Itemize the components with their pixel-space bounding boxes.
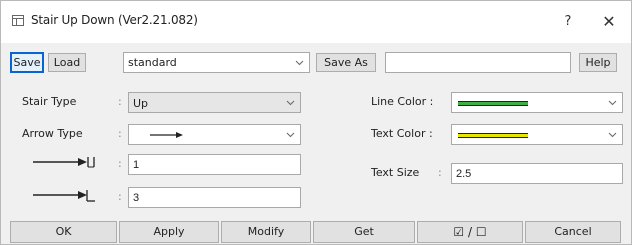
text-size-label: Text Size — [371, 166, 420, 179]
save-as-button[interactable]: Save As — [316, 53, 376, 72]
chevron-down-icon — [286, 132, 295, 138]
colon: : — [118, 157, 122, 170]
get-button[interactable]: Get — [313, 221, 415, 243]
app-icon — [12, 15, 24, 26]
preset-value: standard — [128, 56, 177, 69]
text-color-select[interactable] — [451, 124, 623, 145]
close-icon[interactable]: ✕ — [592, 7, 626, 37]
preset-select[interactable]: standard — [123, 52, 310, 73]
line-color-select[interactable] — [451, 92, 623, 113]
stair-type-select[interactable]: Up — [128, 92, 301, 113]
colon: : — [118, 95, 122, 108]
modify-button[interactable]: Modify — [221, 221, 311, 243]
arrow-length-input[interactable] — [128, 154, 301, 175]
save-button[interactable]: Save — [10, 52, 44, 73]
stair-type-value: Up — [133, 97, 149, 110]
arrow-type-label: Arrow Type — [22, 127, 83, 140]
save-as-name-input[interactable] — [385, 52, 571, 73]
chevron-down-icon — [295, 60, 304, 66]
cancel-button[interactable]: Cancel — [525, 221, 621, 243]
text-size-input[interactable] — [451, 163, 623, 184]
chevron-down-icon — [286, 100, 295, 106]
chevron-down-icon — [608, 132, 617, 138]
colon: : — [118, 127, 122, 140]
arrow-head-icon — [33, 190, 95, 202]
window-title: Stair Up Down (Ver2.21.082) — [31, 13, 198, 27]
apply-button[interactable]: Apply — [119, 221, 219, 243]
line-color-swatch — [458, 101, 528, 106]
arrow-head-input[interactable] — [128, 187, 301, 208]
colon: : — [438, 166, 442, 179]
select-toggle-button[interactable]: ☑ / ☐ — [417, 221, 523, 243]
chevron-down-icon — [608, 100, 617, 106]
arrow-type-select[interactable] — [128, 124, 301, 145]
arrow-length-icon — [33, 157, 95, 168]
stair-up-down-dialog: Stair Up Down (Ver2.21.082) ? ✕ Save Loa… — [0, 0, 632, 245]
text-color-label: Text Color : — [371, 127, 433, 140]
colon: : — [118, 190, 122, 203]
help-button[interactable]: Help — [579, 53, 617, 72]
stair-type-label: Stair Type — [22, 95, 77, 108]
line-color-label: Line Color : — [371, 95, 434, 108]
help-icon[interactable]: ? — [551, 7, 585, 37]
title-bar: Stair Up Down (Ver2.21.082) ? ✕ — [1, 1, 631, 43]
ok-button[interactable]: OK — [10, 221, 117, 243]
load-button[interactable]: Load — [48, 53, 86, 72]
arrow-style-icon — [150, 132, 183, 138]
text-color-swatch — [458, 133, 528, 138]
